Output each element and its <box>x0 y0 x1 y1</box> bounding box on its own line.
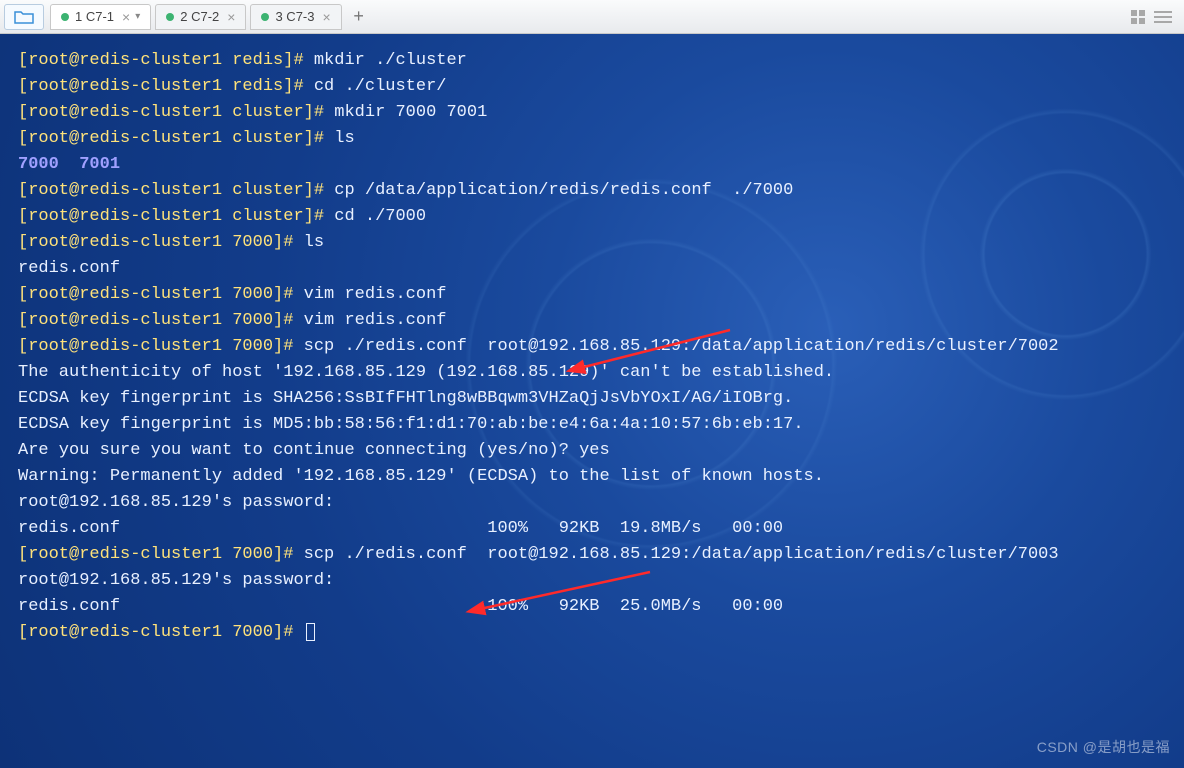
terminal-line: ECDSA key fingerprint is SHA256:SsBIfFHT… <box>18 386 1166 412</box>
shell-command: vim redis.conf <box>304 285 447 304</box>
terminal-line: Are you sure you want to continue connec… <box>18 438 1166 464</box>
terminal-line: [root@redis-cluster1 7000]# vim redis.co… <box>18 282 1166 308</box>
close-icon[interactable]: × <box>323 9 331 25</box>
terminal-line: The authenticity of host '192.168.85.129… <box>18 360 1166 386</box>
shell-output: root@192.168.85.129's password: <box>18 571 344 590</box>
shell-prompt: [root@redis-cluster1 7000]# <box>18 311 304 330</box>
shell-command: cp /data/application/redis/redis.conf ./… <box>334 181 793 200</box>
shell-prompt: [root@redis-cluster1 7000]# <box>18 233 304 252</box>
shell-command: cd ./cluster/ <box>314 77 447 96</box>
tab-1[interactable]: 1 C7-1 × ▾ <box>50 4 151 30</box>
close-icon[interactable]: × <box>122 9 130 25</box>
shell-output: Warning: Permanently added '192.168.85.1… <box>18 467 824 486</box>
terminal-line: [root@redis-cluster1 7000]# vim redis.co… <box>18 308 1166 334</box>
status-dot-icon <box>261 13 269 21</box>
shell-prompt: [root@redis-cluster1 cluster]# <box>18 181 334 200</box>
shell-prompt: [root@redis-cluster1 redis]# <box>18 51 314 70</box>
shell-output: redis.conf 100% 92KB 19.8MB/s 00:00 <box>18 519 824 538</box>
shell-command: scp ./redis.conf root@192.168.85.129:/da… <box>304 545 1059 564</box>
shell-command: ls <box>334 129 354 148</box>
terminal-line: [root@redis-cluster1 7000]# <box>18 620 1166 646</box>
shell-prompt: [root@redis-cluster1 cluster]# <box>18 103 334 122</box>
shell-command: mkdir 7000 7001 <box>334 103 487 122</box>
tab-bar: 1 C7-1 × ▾ 2 C7-2 × 3 C7-3 × + <box>0 0 1184 34</box>
shell-command: ls <box>304 233 324 252</box>
terminal-line: root@192.168.85.129's password: <box>18 568 1166 594</box>
tab-label: 1 C7-1 <box>75 9 114 24</box>
shell-prompt: [root@redis-cluster1 redis]# <box>18 77 314 96</box>
status-dot-icon <box>166 13 174 21</box>
folder-icon[interactable] <box>4 4 44 30</box>
shell-command: scp ./redis.conf root@192.168.85.129:/da… <box>304 337 1059 356</box>
terminal[interactable]: [root@redis-cluster1 redis]# mkdir ./clu… <box>0 34 1184 768</box>
grid-view-icon[interactable] <box>1130 9 1146 25</box>
menu-icon[interactable] <box>1154 10 1172 24</box>
terminal-line: [root@redis-cluster1 cluster]# ls <box>18 126 1166 152</box>
shell-output: The authenticity of host '192.168.85.129… <box>18 363 834 382</box>
terminal-line: Warning: Permanently added '192.168.85.1… <box>18 464 1166 490</box>
shell-prompt: [root@redis-cluster1 7000]# <box>18 623 304 642</box>
terminal-line: ECDSA key fingerprint is MD5:bb:58:56:f1… <box>18 412 1166 438</box>
tab-2[interactable]: 2 C7-2 × <box>155 4 246 30</box>
shell-command: vim redis.conf <box>304 311 447 330</box>
cursor-icon <box>306 623 315 641</box>
terminal-line: redis.conf 100% 92KB 25.0MB/s 00:00 <box>18 594 1166 620</box>
terminal-line: [root@redis-cluster1 7000]# ls <box>18 230 1166 256</box>
terminal-line: redis.conf 100% 92KB 19.8MB/s 00:00 <box>18 516 1166 542</box>
add-tab-button[interactable]: + <box>346 5 372 29</box>
terminal-line: [root@redis-cluster1 cluster]# cd ./7000 <box>18 204 1166 230</box>
tab-label: 2 C7-2 <box>180 9 219 24</box>
terminal-line: [root@redis-cluster1 cluster]# mkdir 700… <box>18 100 1166 126</box>
terminal-line: [root@redis-cluster1 redis]# cd ./cluste… <box>18 74 1166 100</box>
shell-output: root@192.168.85.129's password: <box>18 493 344 512</box>
shell-output: ECDSA key fingerprint is MD5:bb:58:56:f1… <box>18 415 804 434</box>
shell-prompt: [root@redis-cluster1 7000]# <box>18 337 304 356</box>
terminal-line: [root@redis-cluster1 cluster]# cp /data/… <box>18 178 1166 204</box>
terminal-line: [root@redis-cluster1 7000]# scp ./redis.… <box>18 542 1166 568</box>
shell-output: ECDSA key fingerprint is SHA256:SsBIfFHT… <box>18 389 793 408</box>
shell-prompt: [root@redis-cluster1 cluster]# <box>18 207 334 226</box>
watermark: CSDN @是胡也是福 <box>1037 734 1170 760</box>
close-icon[interactable]: × <box>227 9 235 25</box>
tab-3[interactable]: 3 C7-3 × <box>250 4 341 30</box>
terminal-line: [root@redis-cluster1 redis]# mkdir ./clu… <box>18 48 1166 74</box>
shell-prompt: [root@redis-cluster1 cluster]# <box>18 129 334 148</box>
shell-output: Are you sure you want to continue connec… <box>18 441 610 460</box>
status-dot-icon <box>61 13 69 21</box>
shell-prompt: [root@redis-cluster1 7000]# <box>18 545 304 564</box>
chevron-down-icon[interactable]: ▾ <box>135 11 140 22</box>
terminal-line: 7000 7001 <box>18 152 1166 178</box>
terminal-line: [root@redis-cluster1 7000]# scp ./redis.… <box>18 334 1166 360</box>
directory-listing: 7000 7001 <box>18 155 120 174</box>
shell-command: mkdir ./cluster <box>314 51 467 70</box>
tab-label: 3 C7-3 <box>275 9 314 24</box>
terminal-line: root@192.168.85.129's password: <box>18 490 1166 516</box>
shell-prompt: [root@redis-cluster1 7000]# <box>18 285 304 304</box>
shell-output: redis.conf 100% 92KB 25.0MB/s 00:00 <box>18 597 824 616</box>
terminal-line: redis.conf <box>18 256 1166 282</box>
window-controls <box>1130 9 1180 25</box>
shell-output: redis.conf <box>18 259 120 278</box>
shell-command: cd ./7000 <box>334 207 426 226</box>
